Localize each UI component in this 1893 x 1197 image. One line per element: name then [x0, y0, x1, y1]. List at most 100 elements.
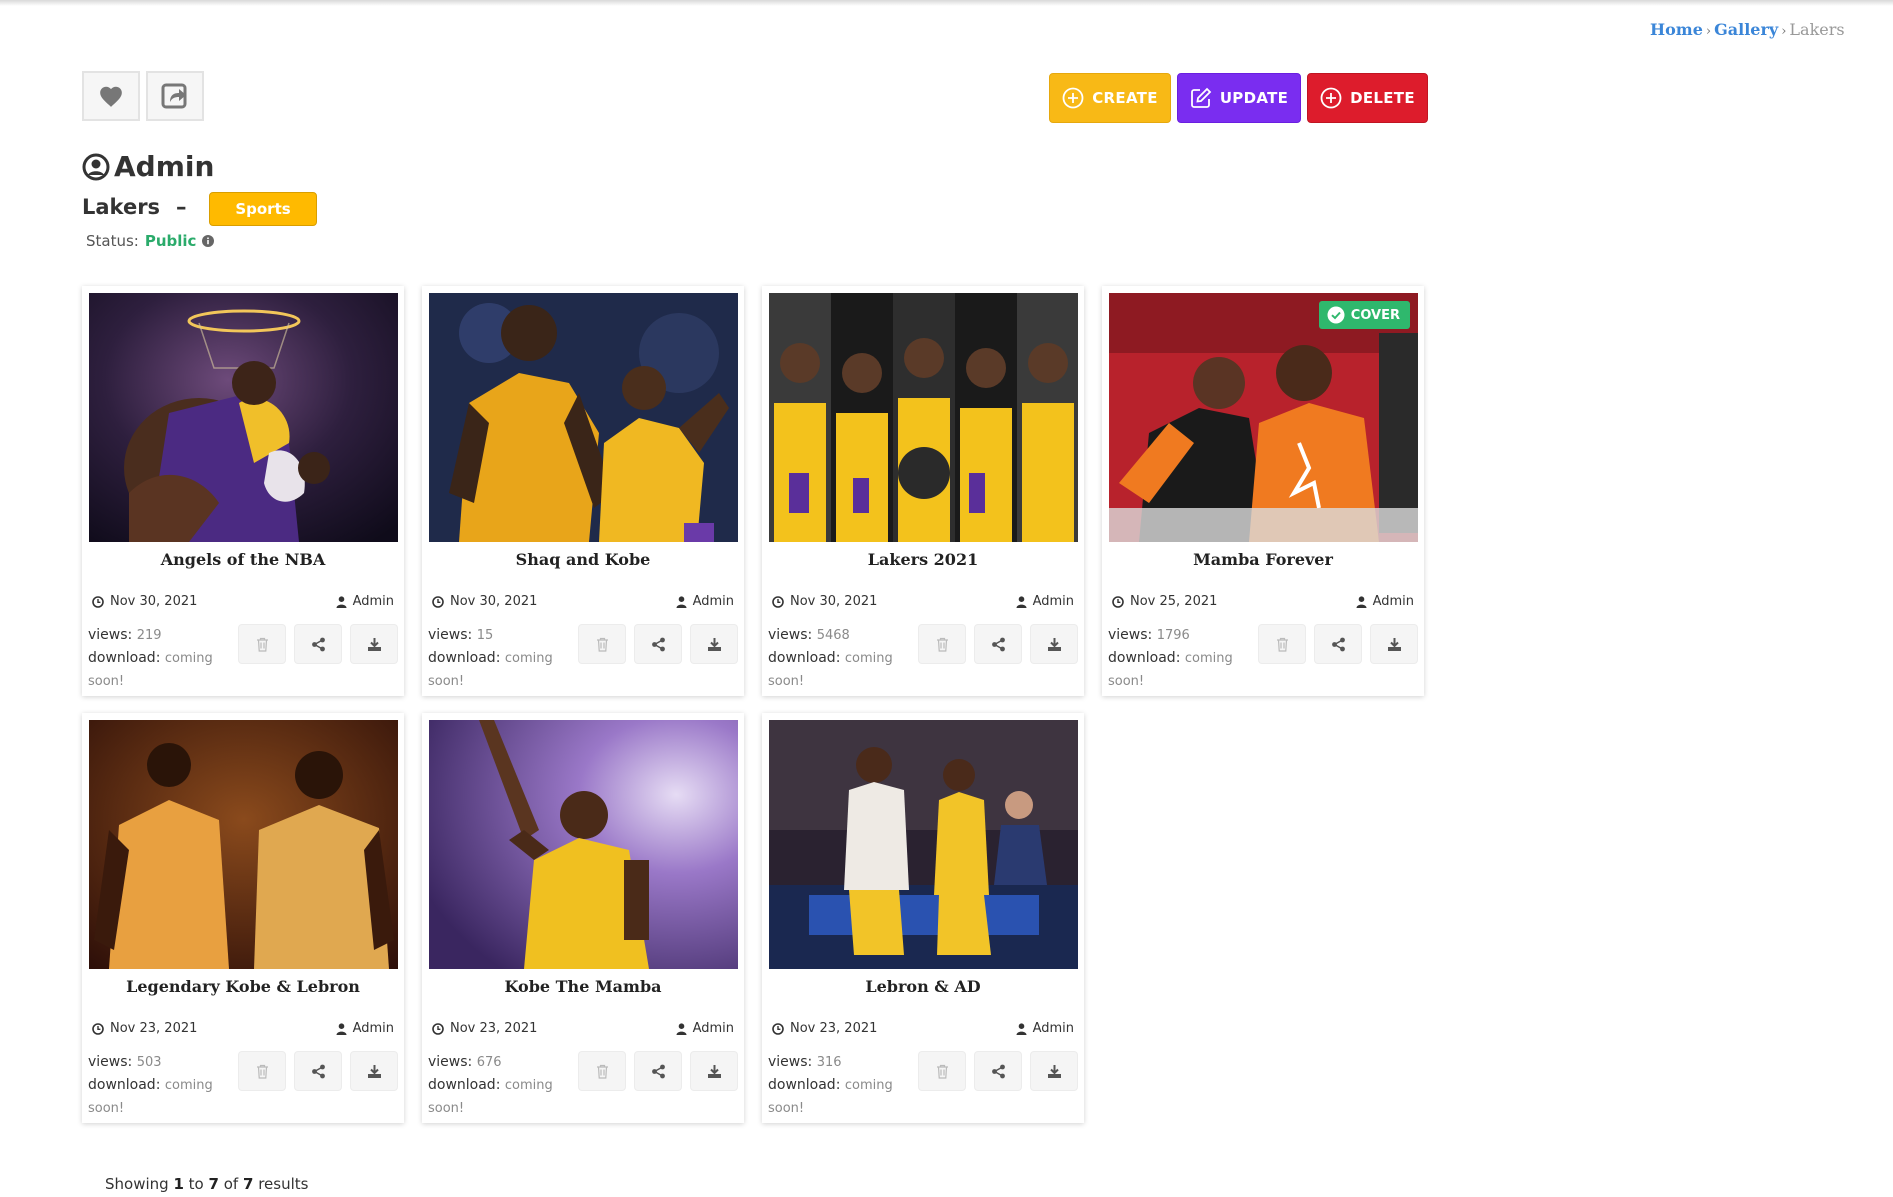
- photo-thumbnail[interactable]: [769, 293, 1078, 542]
- download-label: download:: [768, 650, 841, 666]
- results-from: 1: [173, 1175, 184, 1193]
- photo-date: Nov 25, 2021: [1112, 594, 1217, 609]
- views-label: views:: [1108, 627, 1153, 643]
- download-photo-button[interactable]: [350, 1051, 398, 1091]
- photo-date-text: Nov 30, 2021: [450, 594, 538, 609]
- photo-title: Lebron & AD: [865, 977, 981, 996]
- photo-title: Legendary Kobe & Lebron: [126, 977, 360, 996]
- delete-photo-button[interactable]: [238, 1051, 286, 1091]
- delete-photo-button[interactable]: [918, 1051, 966, 1091]
- photo-thumbnail[interactable]: [769, 720, 1078, 969]
- photo-title: Shaq and Kobe: [515, 550, 651, 569]
- download-photo-button[interactable]: [690, 1051, 738, 1091]
- update-button[interactable]: UPDATE: [1177, 73, 1301, 123]
- download-photo-button[interactable]: [1030, 624, 1078, 664]
- user-icon: [1016, 1022, 1027, 1035]
- photo-thumbnail[interactable]: COVER: [1109, 293, 1418, 542]
- photo-stats: views: 316 download: coming soon!: [768, 1051, 918, 1120]
- download-icon: [707, 1064, 721, 1078]
- download-label: download:: [768, 1077, 841, 1093]
- photo-card[interactable]: Lakers 2021 Nov 30, 2021 Admin views: 54…: [762, 286, 1084, 696]
- share-photo-button[interactable]: [634, 624, 682, 664]
- photo-title: Lakers 2021: [867, 550, 979, 569]
- photo-thumbnail[interactable]: [89, 720, 398, 969]
- clock-icon: [92, 595, 104, 608]
- chevron-right-icon: ›: [1705, 24, 1712, 39]
- photo-title: Kobe The Mamba: [504, 977, 662, 996]
- delete-photo-button[interactable]: [918, 624, 966, 664]
- share-photo-button[interactable]: [974, 624, 1022, 664]
- trash-icon: [256, 637, 268, 652]
- results-prefix: Showing: [105, 1175, 169, 1193]
- views-label: views:: [768, 1054, 813, 1070]
- share-icon: [651, 637, 665, 651]
- download-label: download:: [1108, 650, 1181, 666]
- clock-icon: [92, 1022, 104, 1035]
- delete-photo-button[interactable]: [578, 624, 626, 664]
- download-photo-button[interactable]: [350, 624, 398, 664]
- trash-icon: [1276, 637, 1288, 652]
- photo-card[interactable]: Lebron & AD Nov 23, 2021 Admin views: 31…: [762, 713, 1084, 1123]
- info-icon[interactable]: [202, 235, 215, 247]
- breadcrumb: Home › Gallery › Lakers: [1650, 20, 1845, 39]
- download-photo-button[interactable]: [1030, 1051, 1078, 1091]
- photo-card[interactable]: Legendary Kobe & Lebron Nov 23, 2021 Adm…: [82, 713, 404, 1123]
- album-name: Lakers: [82, 195, 161, 219]
- photo-author: Admin: [1016, 1021, 1074, 1036]
- photo-author: Admin: [1016, 594, 1074, 609]
- create-button[interactable]: CREATE: [1049, 73, 1171, 123]
- views-label: views:: [428, 1054, 473, 1070]
- trash-icon: [936, 637, 948, 652]
- photo-thumbnail[interactable]: [89, 293, 398, 542]
- album-status: Status: Public: [86, 232, 215, 250]
- views-label: views:: [768, 627, 813, 643]
- share-icon: [991, 1064, 1005, 1078]
- share-photo-button[interactable]: [974, 1051, 1022, 1091]
- photo-date: Nov 30, 2021: [92, 594, 197, 609]
- share-photo-button[interactable]: [294, 624, 342, 664]
- download-photo-button[interactable]: [1370, 624, 1418, 664]
- delete-photo-button[interactable]: [578, 1051, 626, 1091]
- edit-icon: [1190, 87, 1212, 108]
- photo-thumbnail[interactable]: [429, 720, 738, 969]
- plus-circle-icon: [1062, 87, 1084, 109]
- views-label: views:: [428, 627, 473, 643]
- like-button[interactable]: [82, 71, 140, 121]
- owner-name: Admin: [114, 150, 215, 183]
- category-badge[interactable]: Sports: [209, 192, 317, 226]
- status-label: Status:: [86, 232, 139, 250]
- photo-stats: views: 503 download: coming soon!: [88, 1051, 238, 1120]
- update-label: UPDATE: [1219, 89, 1289, 107]
- photo-stats: views: 219 download: coming soon!: [88, 624, 238, 693]
- photo-thumbnail[interactable]: [429, 293, 738, 542]
- delete-button[interactable]: DELETE: [1307, 73, 1428, 123]
- share-photo-button[interactable]: [634, 1051, 682, 1091]
- photo-card[interactable]: Angels of the NBA Nov 30, 2021 Admin vie…: [82, 286, 404, 696]
- download-label: download:: [88, 650, 161, 666]
- user-icon: [336, 1022, 347, 1035]
- user-circle-icon: [82, 153, 110, 180]
- photo-date-text: Nov 23, 2021: [450, 1021, 538, 1036]
- heart-icon: [100, 86, 122, 107]
- delete-photo-button[interactable]: [1258, 624, 1306, 664]
- photo-card[interactable]: COVER Mamba Forever Nov 25, 2021 Admin v…: [1102, 286, 1424, 696]
- share-icon: [311, 1064, 325, 1078]
- photo-card[interactable]: Shaq and Kobe Nov 30, 2021 Admin views: …: [422, 286, 744, 696]
- photo-author-text: Admin: [352, 1021, 394, 1036]
- share-album-button[interactable]: [146, 71, 204, 121]
- results-to: 7: [208, 1175, 219, 1193]
- views-count: 1796: [1156, 628, 1190, 643]
- delete-photo-button[interactable]: [238, 624, 286, 664]
- breadcrumb-home[interactable]: Home: [1650, 20, 1703, 39]
- share-icon: [311, 637, 325, 651]
- breadcrumb-gallery[interactable]: Gallery: [1714, 20, 1778, 39]
- photo-card[interactable]: Kobe The Mamba Nov 23, 2021 Admin views:…: [422, 713, 744, 1123]
- share-photo-button[interactable]: [1314, 624, 1362, 664]
- download-label: download:: [428, 1077, 501, 1093]
- status-value: Public: [144, 232, 197, 250]
- photo-date-text: Nov 23, 2021: [110, 1021, 198, 1036]
- results-summary: Showing 1 to 7 of 7 results: [105, 1175, 308, 1193]
- photo-stats: views: 676 download: coming soon!: [428, 1051, 578, 1120]
- share-photo-button[interactable]: [294, 1051, 342, 1091]
- download-photo-button[interactable]: [690, 624, 738, 664]
